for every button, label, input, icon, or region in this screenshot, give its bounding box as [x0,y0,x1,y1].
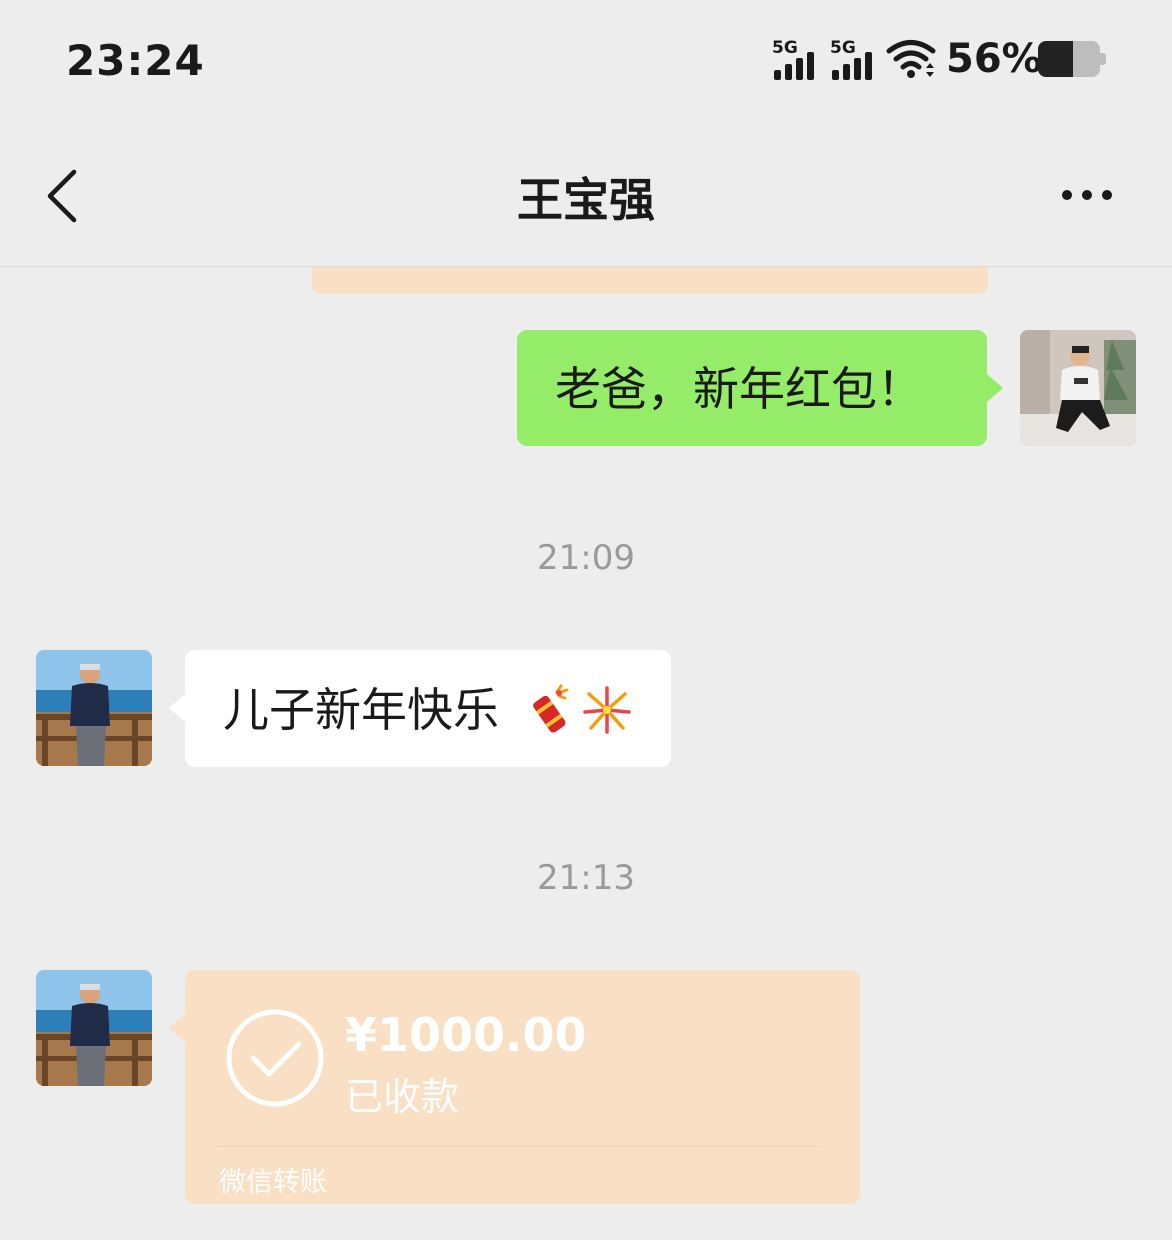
timestamp: 21:13 [537,858,635,898]
my-message-bubble[interactable]: 老爸，新年红包！ [517,330,1003,446]
status-time: 23:24 [66,36,205,85]
signal-icon: 5G [830,38,878,80]
contact-avatar[interactable] [36,970,152,1086]
contact-message-bubble[interactable]: 儿子新年快乐 [169,650,671,767]
battery-icon [1038,41,1106,77]
transfer-card[interactable]: ¥1000.00 已收款 微信转账 [169,970,860,1204]
my-message-text: 老爸，新年红包！ [555,362,923,416]
battery-percent: 56% [946,36,1042,82]
chat-header: 王宝强 [0,120,1172,267]
wifi-icon [886,40,936,78]
my-avatar[interactable] [1020,330,1136,446]
check-circle-icon [226,1009,324,1107]
transfer-footer: 微信转账 [219,1167,327,1198]
contact-avatar[interactable] [36,650,152,766]
chat-title: 王宝强 [517,173,655,227]
status-bar: 23:24 5G 5G 56% [0,0,1172,120]
transfer-amount: ¥1000.00 [345,1008,587,1062]
contact-message-text: 儿子新年快乐 [223,683,499,737]
more-icon[interactable] [1058,184,1122,208]
signal-icon: 5G [772,38,820,80]
timestamp: 21:09 [537,538,635,578]
transfer-status: 已收款 [345,1075,460,1119]
firecracker-emoji [533,684,569,733]
fireworks-emoji [583,686,631,734]
divider [217,1146,820,1147]
